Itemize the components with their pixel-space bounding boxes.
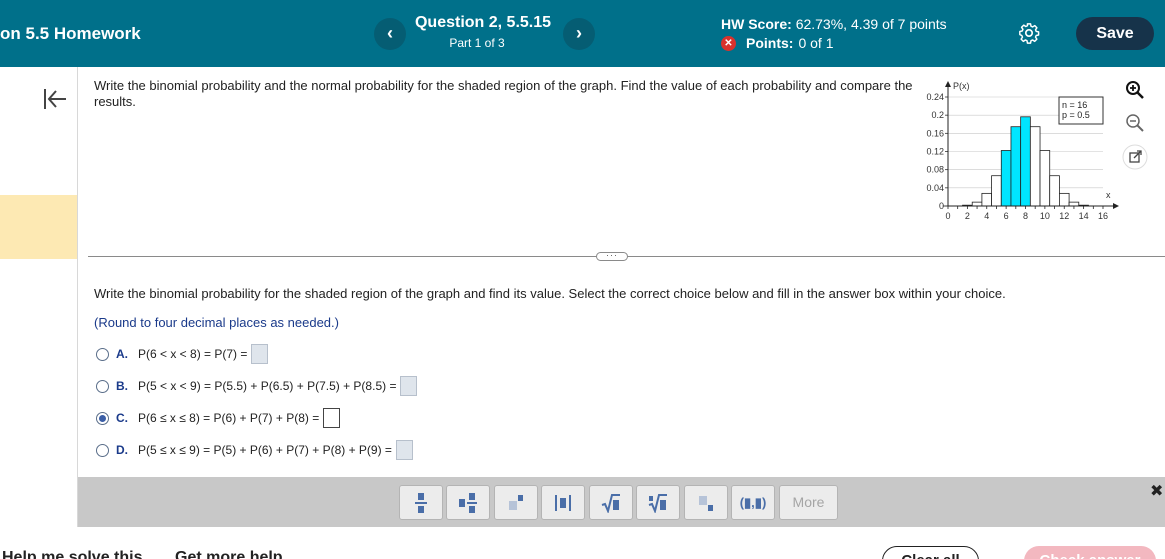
hw-score: HW Score: 62.73%, 4.39 of 7 points	[721, 16, 947, 32]
choice-a[interactable]: A. P(6 < x < 8) = P(7) =	[96, 342, 269, 366]
x-tick-label: 12	[1059, 211, 1069, 221]
y-tick-label: 0.08	[926, 165, 944, 175]
mixed-number-tool[interactable]	[446, 485, 490, 520]
rounding-note: (Round to four decimal places as needed.…	[94, 315, 339, 330]
x-tick-label: 8	[1023, 211, 1028, 221]
y-axis-arrow	[945, 81, 951, 87]
choice-b[interactable]: B. P(5 < x < 9) = P(5.5) + P(6.5) + P(7.…	[96, 374, 418, 398]
bar	[991, 175, 1002, 207]
x-tick-label: 14	[1079, 211, 1089, 221]
assignment-title: on 5.5 Homework	[0, 24, 141, 43]
exponent-tool[interactable]	[494, 485, 538, 520]
x-tick-label: 10	[1040, 211, 1050, 221]
choice-d-letter: D.	[116, 443, 128, 457]
bar	[1059, 192, 1070, 207]
subscript-tool[interactable]	[684, 485, 728, 520]
legend-n: n = 16	[1062, 100, 1087, 110]
close-toolbar-icon[interactable]: ✖	[1150, 481, 1163, 501]
bar	[971, 201, 983, 207]
choice-c[interactable]: C. P(6 ≤ x ≤ 8) = P(6) + P(7) + P(8) =	[96, 406, 341, 430]
x-tick-label: 0	[945, 211, 950, 221]
points-value: 0 of 1	[798, 35, 834, 51]
question-title: Question 2, 5.5.15	[414, 14, 552, 31]
choice-d-expression: P(5 ≤ x ≤ 9) = P(5) + P(6) + P(7) + P(8)…	[138, 443, 392, 457]
bar	[1039, 150, 1051, 207]
choice-b-expression: P(5 < x < 9) = P(5.5) + P(6.5) + P(7.5) …	[138, 379, 397, 393]
y-tick-label: 0.04	[926, 183, 944, 193]
legend-p: p = 0.5	[1062, 110, 1090, 120]
points-status: ✕ Points: 0 of 1	[721, 35, 833, 51]
y-tick-label: 0.24	[926, 92, 944, 102]
bar	[1068, 201, 1080, 207]
get-more-help-link[interactable]: Get more help	[175, 549, 283, 559]
zoom-in-icon[interactable]	[1122, 77, 1148, 103]
incorrect-icon: ✕	[721, 35, 736, 51]
divider-handle[interactable]: ···	[596, 251, 628, 261]
choice-c-answer-box[interactable]	[323, 408, 341, 428]
chart-bars	[942, 116, 1109, 207]
choice-a-expression: P(6 < x < 8) = P(7) =	[138, 347, 248, 361]
x-tick-label: 4	[984, 211, 989, 221]
help-me-solve-link[interactable]: Help me solve this	[2, 549, 143, 559]
x-axis-arrow	[1113, 203, 1119, 209]
top-bar: on 5.5 Homework ‹ Question 2, 5.5.15 Par…	[0, 0, 1165, 67]
y-tick-label: 0	[939, 201, 944, 211]
points-label: Points:	[746, 35, 794, 51]
current-question-marker[interactable]	[0, 195, 77, 259]
chart-legend: n = 16 p = 0.5	[1058, 96, 1104, 125]
part-indicator: Part 1 of 3	[449, 36, 505, 50]
binomial-histogram: 0 0.04 0.08 0.12 0.16 0.2 0.24 0 2 4 6 8 10 12 14 16 P(…	[926, 81, 1119, 221]
y-axis-label: P(x)	[953, 81, 970, 91]
x-tick-label: 6	[1004, 211, 1009, 221]
question-instruction: Write the binomial probability and the n…	[94, 78, 913, 109]
x-axis-label: x	[1106, 190, 1111, 200]
left-rail	[0, 67, 78, 527]
choice-b-answer-box[interactable]	[400, 376, 418, 396]
hw-score-value: 62.73%, 4.39 of 7 points	[795, 16, 947, 32]
x-tick-label: 2	[965, 211, 970, 221]
hw-score-label: HW Score:	[721, 16, 792, 32]
clear-all-button[interactable]: Clear all	[882, 546, 979, 559]
shaded-bar	[1010, 126, 1022, 207]
collapse-panel-icon[interactable]	[42, 87, 68, 111]
y-tick-label: 0.12	[926, 147, 944, 157]
popout-icon[interactable]	[1122, 144, 1148, 170]
next-question-button[interactable]: ›	[563, 18, 595, 50]
x-tick-label: 16	[1098, 211, 1108, 221]
choice-c-radio[interactable]	[96, 411, 109, 425]
choice-d[interactable]: D. P(5 ≤ x ≤ 9) = P(5) + P(6) + P(7) + P…	[96, 438, 413, 462]
y-tick-label: 0.16	[926, 128, 944, 138]
choice-a-answer-box[interactable]	[251, 344, 269, 364]
check-answer-button[interactable]: Check answer	[1024, 546, 1156, 559]
part-prompt: Write the binomial probability for the s…	[94, 286, 1006, 301]
ordered-pair-tool[interactable]: (▮,▮)	[731, 485, 775, 520]
zoom-out-icon[interactable]	[1122, 110, 1148, 136]
homework-page: on 5.5 Homework ‹ Question 2, 5.5.15 Par…	[0, 0, 1165, 559]
absolute-value-tool[interactable]	[541, 485, 585, 520]
y-tick-label: 0.2	[931, 110, 944, 120]
fraction-tool[interactable]	[399, 485, 443, 520]
choice-b-radio[interactable]	[96, 379, 109, 393]
save-button[interactable]: Save	[1076, 17, 1154, 50]
choice-a-letter: A.	[116, 347, 128, 361]
shaded-bar	[1000, 150, 1012, 207]
bar	[1049, 175, 1060, 207]
choice-a-radio[interactable]	[96, 347, 109, 361]
choice-d-radio[interactable]	[96, 443, 109, 457]
bar	[981, 192, 992, 207]
bar	[1029, 126, 1041, 207]
choice-b-letter: B.	[116, 379, 128, 393]
more-tools-button[interactable]: More	[779, 485, 838, 520]
square-root-tool[interactable]	[589, 485, 633, 520]
gear-icon[interactable]	[1018, 22, 1040, 44]
choice-c-letter: C.	[116, 411, 128, 425]
shaded-bar	[1020, 116, 1031, 207]
previous-question-button[interactable]: ‹	[374, 18, 406, 50]
nth-root-tool[interactable]	[636, 485, 680, 520]
math-toolbar: (▮,▮) More ✖	[78, 477, 1165, 527]
choice-d-answer-box[interactable]	[395, 440, 413, 460]
choice-c-expression: P(6 ≤ x ≤ 8) = P(6) + P(7) + P(8) =	[138, 411, 320, 425]
